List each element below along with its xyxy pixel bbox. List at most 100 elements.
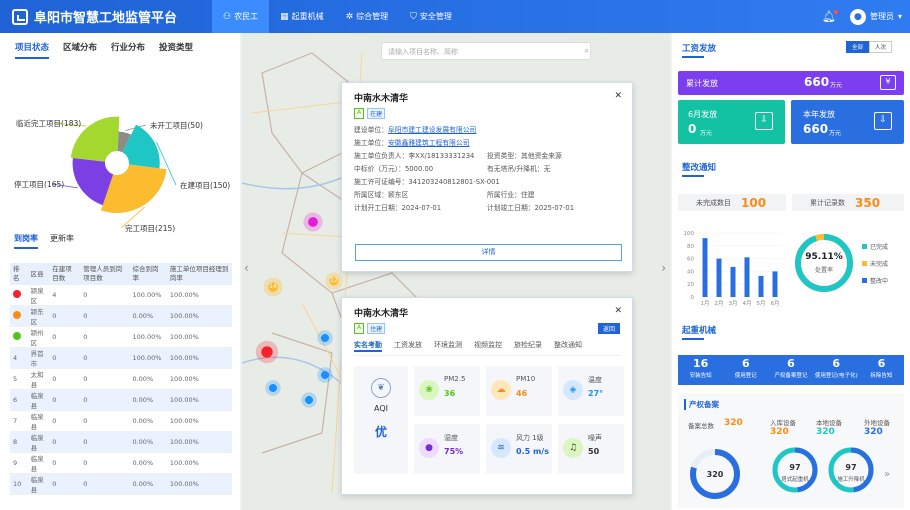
bar[interactable] <box>772 271 778 297</box>
map-marker-14[interactable]: 14 <box>262 276 284 298</box>
detail-tab[interactable]: 整改通知 <box>554 340 582 352</box>
tab-arrival-rate[interactable]: 到岗率 <box>14 233 38 249</box>
close-icon[interactable]: ✕ <box>614 91 622 101</box>
pie-slice[interactable] <box>100 164 167 213</box>
env-value: 27° <box>588 389 604 398</box>
table-row[interactable]: 6 临泉县 0 0 0.00% 100.00% <box>10 389 232 411</box>
map-marker-12[interactable]: 12 <box>324 271 344 291</box>
table-cell: 临泉县 <box>27 473 50 495</box>
toggle-all[interactable]: 全部 <box>846 41 870 53</box>
map-marker-red[interactable] <box>254 339 280 365</box>
info-value[interactable]: 阜阳市建工建设发展有限公司 <box>388 126 476 134</box>
back-button[interactable]: 返回 <box>597 323 620 334</box>
ranking-table: 排名 区县 在建项目数 管理人员到岗项目数 综合到岗率 施工单位项目经理到岗率 颍泉区 4 0… <box>10 263 232 495</box>
detail-tab[interactable]: 视频监控 <box>474 340 502 352</box>
table-row[interactable]: 8 临泉县 0 0 0.00% 100.00% <box>10 431 232 453</box>
y-tick-label: 40 <box>687 269 694 275</box>
nav-item-safety[interactable]: ⛉ 安全管理 <box>399 0 463 33</box>
table-cell <box>10 326 28 348</box>
detail-tab[interactable]: 环境监测 <box>434 340 462 352</box>
project-search-input[interactable]: 请输入项目名称、简称 <box>381 42 591 60</box>
tab-region[interactable]: 区域分布 <box>63 41 97 59</box>
map-marker-magenta[interactable] <box>302 211 324 233</box>
nav-item-workers[interactable]: ⚇ 农民工 <box>212 0 270 33</box>
crane-icon: ▦ <box>280 11 289 22</box>
chevron-left-icon[interactable]: ‹ <box>244 261 249 275</box>
nav-item-cranes[interactable]: ▦ 起重机械 <box>269 0 335 33</box>
stat-value: 6 <box>877 357 886 370</box>
prop-local-label: 本地设备 <box>816 419 842 427</box>
table-row[interactable]: 颍东区 0 0 0.00% 100.00% <box>10 305 232 327</box>
detail-tab[interactable]: 实名考勤 <box>354 340 382 352</box>
table-cell: 100.00% <box>166 326 232 348</box>
column-header: 施工单位项目经理到岗率 <box>166 263 232 285</box>
bar[interactable] <box>744 257 750 297</box>
bar[interactable] <box>716 258 722 297</box>
table-cell: 100.00% <box>129 285 167 306</box>
map-marker-blue[interactable] <box>264 379 282 397</box>
prop-out-value: 320 <box>864 427 883 437</box>
map-marker-blue[interactable] <box>300 391 318 409</box>
table-cell: 0 <box>49 347 81 369</box>
pending-count: 未完成数目 100 <box>678 194 786 211</box>
legend-label: 整改中 <box>870 278 889 285</box>
close-icon[interactable]: ✕ <box>614 306 622 316</box>
crane-stat[interactable]: 16 安装告知 <box>678 355 723 385</box>
info-value[interactable]: 安徽鑫雅建筑工程有限公司 <box>388 139 470 147</box>
table-cell: 0.00% <box>129 452 167 474</box>
table-cell: 0 <box>49 452 81 474</box>
tab-status[interactable]: 项目状态 <box>15 41 50 59</box>
detail-tab[interactable]: 工资发放 <box>394 340 422 352</box>
pie-slice[interactable] <box>122 124 160 169</box>
info-field: 施工单位：安徽鑫雅建筑工程有限公司 <box>354 138 620 148</box>
table-row[interactable]: 7 临泉县 0 0 0.00% 100.00% <box>10 410 232 432</box>
pie-label: 在建项目(150) <box>180 180 230 190</box>
table-row[interactable]: 5 太和县 0 0 0.00% 100.00% <box>10 368 232 390</box>
double-chevron-right-icon[interactable]: » <box>884 469 890 480</box>
crane-stat[interactable]: 6 产权备案登记 <box>768 355 813 385</box>
y-tick-label: 80 <box>687 244 694 250</box>
table-row[interactable]: 颍泉区 4 0 100.00% 100.00% <box>10 285 232 306</box>
crane-stat[interactable]: 6 使用登记(电子化) <box>814 355 859 385</box>
bar[interactable] <box>758 275 764 297</box>
map-marker-blue[interactable] <box>316 366 334 384</box>
stat-label: 安装告知 <box>689 373 712 379</box>
info-row: 施工许可证编号：341203240812801-SX-001 <box>354 177 620 187</box>
tab-investment[interactable]: 投资类型 <box>159 41 193 59</box>
table-row[interactable]: 10 临泉县 0 0 0.00% 100.00% <box>10 473 232 495</box>
crane-stat[interactable]: 6 使用登记 <box>723 355 768 385</box>
y-tick-label: 20 <box>687 282 694 288</box>
bell-icon[interactable]: 🔔︎ <box>822 10 838 23</box>
leaf-icon: ❦ <box>371 378 391 398</box>
prop-title: 产权备案 <box>684 399 719 410</box>
nav-item-general[interactable]: ✲ 综合管理 <box>335 0 400 33</box>
tab-update-rate[interactable]: 更新率 <box>50 233 74 249</box>
env-name: 温度 <box>588 376 602 384</box>
map-marker-blue[interactable] <box>316 329 334 347</box>
table-cell: 0 <box>80 326 130 348</box>
env-item: ❀ PM2.5 36 <box>414 366 480 416</box>
detail-button[interactable]: 详情 <box>355 244 622 261</box>
search-icon[interactable]: ⌕ <box>577 42 591 60</box>
chevron-right-icon[interactable]: › <box>661 261 666 275</box>
ring2-label: 施工升降机 <box>837 477 865 483</box>
detail-tab[interactable]: 旅检纪录 <box>514 340 542 352</box>
user-menu[interactable]: ● 管理员 ▾ <box>849 8 902 25</box>
table-row[interactable]: 9 临泉县 0 0 0.00% 100.00% <box>10 452 232 474</box>
table-cell: 0 <box>49 389 81 411</box>
notification-dot <box>833 10 838 14</box>
env-icon: ≋ <box>491 438 511 458</box>
env-monitor: ❦ AQI 优 ❀ PM2.5 36 ☁ PM10 46 ◈ 温度 27° ● 湿度 75% ≋ 风力 1… <box>354 366 624 486</box>
toggle-person[interactable]: 人次 <box>869 41 893 53</box>
legend-done: 已完成 <box>862 242 888 251</box>
info-value: 住建 <box>520 191 535 199</box>
table-row[interactable]: 4 界首市 0 0 100.00% 100.00% <box>10 347 232 369</box>
info-key: 计划竣工日期： <box>487 204 535 212</box>
table-cell: 100.00% <box>129 326 167 348</box>
table-row[interactable]: 颍州区 0 0 100.00% 100.00% <box>10 326 232 348</box>
bar[interactable] <box>730 266 736 297</box>
env-name: 湿度 <box>444 434 458 442</box>
bar[interactable] <box>702 238 708 297</box>
crane-stat[interactable]: 6 拆除告知 <box>859 355 904 385</box>
tab-industry[interactable]: 行业分布 <box>111 41 145 59</box>
